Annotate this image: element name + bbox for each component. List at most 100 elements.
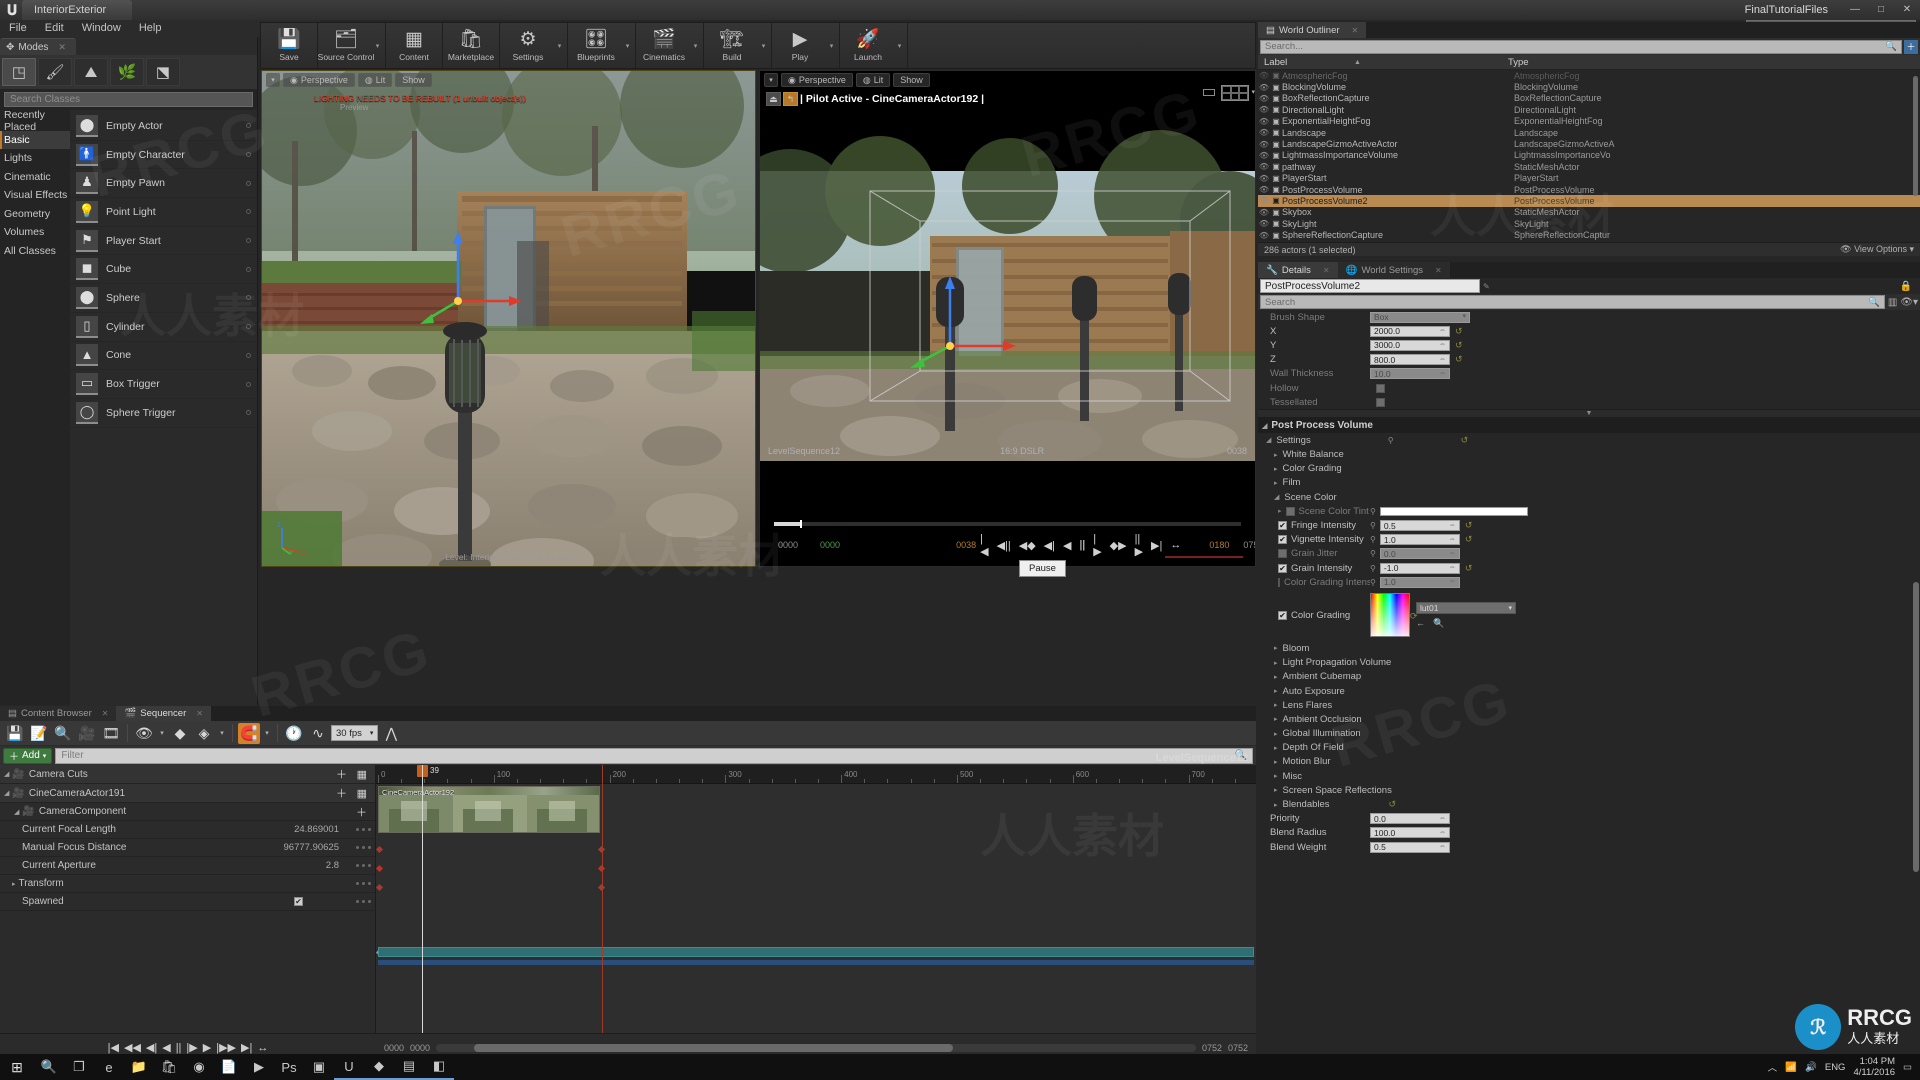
menu-window[interactable]: Window: [73, 20, 130, 37]
outliner-scrollbar[interactable]: [1913, 76, 1918, 196]
modes-category-all-classes[interactable]: All Classes: [0, 242, 70, 261]
sequencer-track-row[interactable]: ◢🎥Camera Cuts＋▦: [0, 765, 375, 784]
settings-group-row[interactable]: ▸Ambient Cubemap: [1258, 670, 1920, 684]
transform-prop-field[interactable]: 2000.0⇔: [1370, 326, 1450, 337]
scene-color-prop-field[interactable]: 1.0⇔: [1380, 534, 1460, 545]
cine-viewport-options-icon[interactable]: ▾: [764, 73, 778, 87]
stepper-arrows-icon[interactable]: ⇔: [1449, 549, 1456, 559]
outliner-row[interactable]: 👁▣AtmosphericFogAtmosphericFog: [1258, 70, 1920, 81]
menu-help[interactable]: Help: [130, 20, 171, 37]
cine-show-button[interactable]: Show: [893, 73, 930, 87]
visibility-eye-icon[interactable]: 👁: [1258, 219, 1270, 228]
toolbar-content-button[interactable]: ▦Content: [388, 23, 440, 68]
scene-color-tint-checkbox[interactable]: [1286, 507, 1295, 516]
color-grading-lut-preview[interactable]: [1370, 593, 1410, 637]
modes-actor-item[interactable]: ▯Cylinder: [70, 313, 257, 342]
store-icon[interactable]: 🛍: [154, 1054, 184, 1080]
close-icon[interactable]: ✕: [1435, 266, 1442, 275]
viewport-grid-icon[interactable]: [1221, 85, 1249, 101]
visibility-eye-icon[interactable]: 👁: [1258, 117, 1270, 126]
toolbar-save-button[interactable]: 💾Save: [263, 23, 315, 68]
settings-group-row[interactable]: ▸Lens Flares: [1258, 698, 1920, 712]
seq-transport-btn-6[interactable]: ▶: [203, 1041, 211, 1054]
lut-select[interactable]: lut01▾: [1416, 602, 1516, 614]
modes-actor-item[interactable]: ◼Cube: [70, 255, 257, 284]
transform-track-bar[interactable]: [378, 947, 1254, 957]
add-subtrack-icon[interactable]: ＋: [356, 804, 367, 820]
taskbar-clock[interactable]: 1:04 PM4/11/2016: [1853, 1056, 1895, 1078]
viewport-perspective-button[interactable]: ◉ Perspective: [283, 73, 355, 87]
scene-color-prop-checkbox[interactable]: [1278, 578, 1280, 587]
settings-group-row[interactable]: ▸Motion Blur: [1258, 755, 1920, 769]
bool-prop-checkbox[interactable]: [1376, 398, 1385, 407]
project-tab[interactable]: InteriorExterior: [22, 0, 132, 20]
outliner-row[interactable]: 👁▣LightmassImportanceVolumeLightmassImpo…: [1258, 150, 1920, 161]
seq-transport-btn-5[interactable]: |▶: [186, 1041, 197, 1054]
settings-group-row[interactable]: ▸Global Illumination: [1258, 727, 1920, 741]
keyframe-marker[interactable]: [376, 884, 383, 891]
cine-transport-btn-7[interactable]: ◆▶: [1106, 539, 1131, 552]
settings-group-row[interactable]: ▸Screen Space Reflections: [1258, 783, 1920, 797]
tab-details[interactable]: 🔧 Details ✕: [1258, 262, 1338, 278]
sequencer-track-row[interactable]: ▸Transform: [0, 875, 375, 893]
collapse-triangle-icon[interactable]: ▸: [12, 880, 16, 888]
bool-prop-checkbox[interactable]: [1376, 384, 1385, 393]
tab-world-outliner[interactable]: ▤ World Outliner ✕: [1258, 22, 1366, 38]
reset-icon[interactable]: ↺: [1461, 435, 1469, 446]
actor-info-icon[interactable]: [246, 267, 251, 272]
cine-transport-btn-5[interactable]: ||: [1075, 539, 1089, 551]
transform-prop-field[interactable]: 800.0⇔: [1370, 354, 1450, 365]
ue-editor-icon[interactable]: ◆: [364, 1054, 394, 1080]
modes-category-volumes[interactable]: Volumes: [0, 223, 70, 242]
toolbar-settings-button[interactable]: ⚙Settings: [502, 23, 554, 68]
add-track-icon[interactable]: ＋: [336, 766, 347, 782]
modes-actor-item[interactable]: ⚑Player Start: [70, 227, 257, 256]
lut-find-icon[interactable]: 🔍: [1433, 618, 1444, 629]
scene-color-prop-checkbox[interactable]: ✔: [1278, 535, 1287, 544]
level-viewport[interactable]: ▾ ◉ Perspective ◍ Lit Show LIGHTING NEED…: [261, 70, 756, 567]
outliner-row[interactable]: 👁▣SkyboxStaticMeshActor: [1258, 207, 1920, 218]
outliner-col-label[interactable]: Label ▲: [1258, 55, 1508, 69]
search-icon[interactable]: 🔍: [34, 1054, 64, 1080]
scene-color-prop-field[interactable]: 0.5⇔: [1380, 520, 1460, 531]
post-process-section-header[interactable]: ◢Post Process Volume: [1258, 418, 1920, 433]
curve-editor-button[interactable]: ⋀: [380, 723, 402, 744]
stepper-arrows-icon[interactable]: ⇔: [1439, 842, 1446, 852]
outliner-row[interactable]: 👁▣PostProcessVolume2PostProcessVolume: [1258, 195, 1920, 206]
outliner-row[interactable]: 👁▣LandscapeLandscape: [1258, 127, 1920, 138]
save-as-sequence-button[interactable]: 📝: [28, 723, 50, 744]
stepper-arrows-icon[interactable]: ⇔: [1439, 828, 1446, 838]
track-options-icon[interactable]: ▦: [357, 768, 367, 781]
modes-actor-item[interactable]: ⬤Sphere: [70, 284, 257, 313]
range-start-1[interactable]: 0000: [384, 1043, 404, 1053]
pin-icon[interactable]: ⚲: [1370, 521, 1376, 530]
visibility-eye-icon[interactable]: 👁: [1258, 162, 1270, 171]
viewport-grid-caret-icon[interactable]: ▾: [1251, 88, 1255, 96]
settings-group-row[interactable]: ▸Color Grading: [1258, 462, 1920, 476]
volume-icon[interactable]: 🔊: [1805, 1062, 1817, 1073]
visibility-eye-icon[interactable]: 👁: [1258, 105, 1270, 114]
cine-transport-btn-0[interactable]: |◀: [976, 533, 992, 558]
scene-color-prop-checkbox[interactable]: [1278, 549, 1287, 558]
time-settings-button[interactable]: 🕐: [283, 723, 305, 744]
outliner-row[interactable]: 👁▣PostProcessVolumePostProcessVolume: [1258, 184, 1920, 195]
toolbar-play-button[interactable]: ▶Play: [774, 23, 826, 68]
viewport-options-icon[interactable]: ▾: [266, 73, 280, 87]
curve-editor-button[interactable]: ∿: [307, 723, 329, 744]
keyframe-nav-icons[interactable]: [356, 900, 371, 903]
toolbar-cinematics-button[interactable]: 🎬Cinematics: [638, 23, 690, 68]
stepper-arrows-icon[interactable]: ⇔: [1449, 563, 1456, 573]
modes-actor-item[interactable]: ▲Cone: [70, 342, 257, 371]
photoshop-icon[interactable]: Ps: [274, 1054, 304, 1080]
language-indicator[interactable]: ENG: [1825, 1062, 1846, 1073]
chevron-down-icon[interactable]: ▾: [826, 23, 837, 68]
blend-prop-field[interactable]: 0.0⇔: [1370, 813, 1450, 824]
chevron-down-icon[interactable]: ▾: [262, 729, 272, 737]
pin-icon[interactable]: ⚲: [1370, 564, 1376, 573]
reset-icon[interactable]: ↺: [1455, 340, 1463, 351]
keyframe-nav-icons[interactable]: [356, 864, 371, 867]
modes-actor-item[interactable]: 🚹Empty Character: [70, 141, 257, 170]
visibility-eye-icon[interactable]: 👁: [1258, 208, 1270, 217]
cine-transport-btn-10[interactable]: ↔: [1166, 539, 1185, 551]
save-sequence-button[interactable]: 💾: [4, 723, 26, 744]
